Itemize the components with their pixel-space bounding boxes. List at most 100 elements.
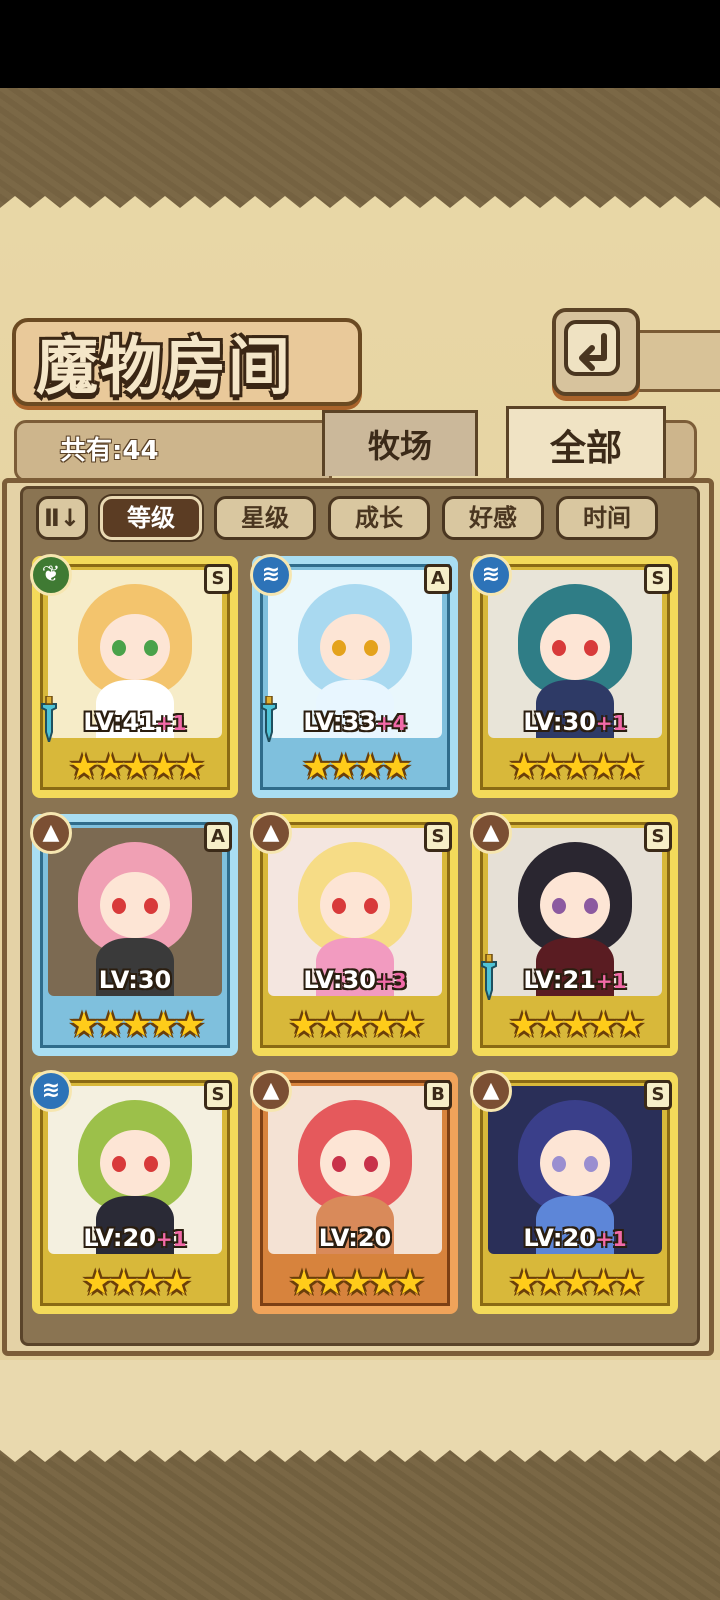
star-rating: ★★★★★ [252,1008,458,1042]
rank-badge: B [424,1080,452,1110]
star-icon: ★ [535,747,566,787]
star-icon: ★ [341,1005,373,1045]
back-button[interactable] [552,308,640,396]
star-icon: ★ [148,1005,179,1045]
star-icon: ★ [95,747,126,787]
star-icon: ★ [368,1005,399,1045]
level-label: LV:20 [252,1224,458,1252]
back-button-rail [636,330,720,392]
rank-badge: S [204,1080,232,1110]
monster-card[interactable]: ▲ S LV:30+3 ★★★★★ [250,812,458,1056]
tab-farm[interactable]: 牧场 [322,410,478,476]
star-icon: ★ [302,747,333,787]
water-icon: ≋ [30,1070,72,1112]
star-icon: ★ [161,1263,192,1303]
rank-badge: S [644,822,672,852]
status-bar [0,0,720,88]
rank-badge: A [424,564,452,594]
star-icon: ★ [121,747,153,787]
monster-card[interactable]: ≋ S LV:30+1 ★★★★★ [470,554,678,798]
star-icon: ★ [108,1263,140,1303]
sort-button-time[interactable]: 时间 [556,496,658,540]
earth-icon: ▲ [250,812,292,854]
sort-button-stars[interactable]: 星级 [214,496,316,540]
level-label: LV:41+1 [32,708,238,736]
level-label: LV:30 [32,966,238,994]
level-bonus: +1 [595,1227,627,1251]
level-bonus: +3 [375,969,407,993]
star-icon: ★ [315,1263,346,1303]
star-icon: ★ [535,1263,566,1303]
star-icon: ★ [174,747,206,787]
zigzag-border-bottom [0,1436,720,1462]
star-icon: ★ [508,1263,540,1303]
level-label: LV:30+3 [252,966,458,994]
star-icon: ★ [368,1263,399,1303]
level-value: LV:20 [83,1224,156,1252]
level-label: LV:20+1 [32,1224,238,1252]
star-icon: ★ [561,1005,593,1045]
star-rating: ★★★★ [252,750,458,784]
star-icon: ★ [82,1263,113,1303]
star-rating: ★★★★★ [472,1266,678,1300]
map-background-top [0,88,720,208]
star-icon: ★ [288,1005,320,1045]
nature-icon: ❦ [30,554,72,596]
monster-card[interactable]: ▲ B LV:20 ★★★★★ [250,1070,458,1314]
star-icon: ★ [614,1263,646,1303]
rank-badge: S [204,564,232,594]
rank-badge: S [424,822,452,852]
level-bonus: +1 [155,1227,187,1251]
level-value: LV:41 [83,708,156,736]
level-value: LV:33 [303,708,376,736]
tab-all[interactable]: 全部 [506,406,666,484]
level-label: LV:30+1 [472,708,678,736]
map-background-bottom [0,1450,720,1600]
earth-icon: ▲ [470,812,512,854]
star-icon: ★ [381,747,412,787]
level-value: LV:30 [303,966,376,994]
monster-card[interactable]: ❦ S LV:41+1 ★★★★★ [30,554,238,798]
level-value: LV:21 [523,966,596,994]
sort-button-affection[interactable]: 好感 [442,496,544,540]
star-icon: ★ [148,747,179,787]
star-rating: ★★★★★ [32,1008,238,1042]
monster-card[interactable]: ▲ A LV:30 ★★★★★ [30,812,238,1056]
level-label: LV:21+1 [472,966,678,994]
rank-badge: A [204,822,232,852]
page-title: 魔物房间 [36,330,293,403]
star-icon: ★ [174,1005,206,1045]
star-icon: ★ [95,1005,126,1045]
monster-card[interactable]: ≋ S LV:20+1 ★★★★ [30,1070,238,1314]
sort-order-toggle[interactable]: Ⅱ↓ [36,496,88,540]
star-icon: ★ [614,1005,646,1045]
star-icon: ★ [614,747,646,787]
level-bonus: +1 [595,969,627,993]
level-bonus: +4 [375,711,407,735]
sort-button-growth[interactable]: 成长 [328,496,430,540]
star-icon: ★ [135,1263,166,1303]
star-rating: ★★★★★ [472,750,678,784]
star-icon: ★ [68,747,100,787]
star-icon: ★ [394,1263,426,1303]
star-icon: ★ [561,1263,593,1303]
rank-badge: S [644,1080,672,1110]
level-value: LV:30 [523,708,596,736]
level-label: LV:33+4 [252,708,458,736]
level-value: LV:30 [98,966,172,994]
star-rating: ★★★★★ [472,1008,678,1042]
monster-card[interactable]: ≋ A LV:33+4 ★★★★ [250,554,458,798]
star-icon: ★ [588,1005,619,1045]
star-rating: ★★★★ [32,1266,238,1300]
earth-icon: ▲ [250,1070,292,1112]
star-icon: ★ [508,1005,540,1045]
sort-button-level[interactable]: 等级 [100,496,202,540]
star-rating: ★★★★★ [32,750,238,784]
water-icon: ≋ [470,554,512,596]
monster-card[interactable]: ▲ S LV:20+1 ★★★★★ [470,1070,678,1314]
star-icon: ★ [561,747,593,787]
level-value: LV:20 [523,1224,596,1252]
zigzag-border-top [0,196,720,222]
monster-card[interactable]: ▲ S LV:21+1 ★★★★★ [470,812,678,1056]
water-icon: ≋ [250,554,292,596]
